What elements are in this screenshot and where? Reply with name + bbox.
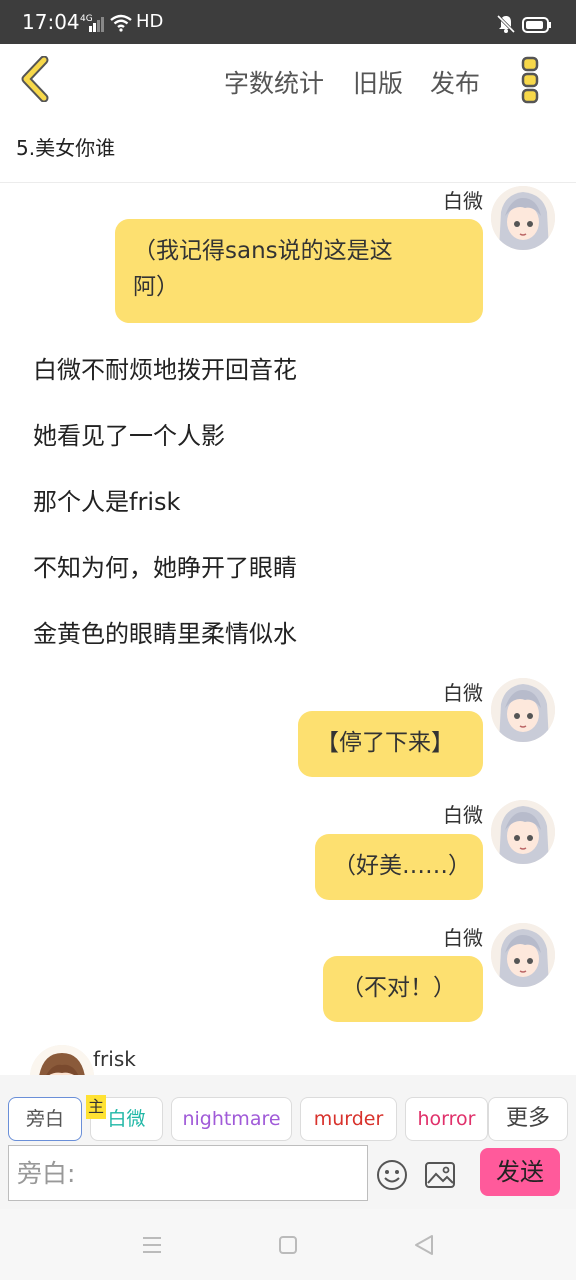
signal-icon — [89, 17, 104, 32]
back-nav-icon[interactable] — [412, 1233, 436, 1257]
more-roles-button[interactable]: 更多 — [488, 1097, 568, 1141]
message-text: 【停了下来】 — [316, 730, 454, 756]
message-text-line: （我记得sans说的这是这 — [133, 238, 393, 264]
avatar[interactable] — [491, 923, 555, 987]
speaker-name: frisk — [93, 1047, 136, 1071]
message-input-field[interactable] — [9, 1146, 367, 1200]
avatar[interactable] — [30, 1045, 94, 1075]
status-bar: 17:04 4G HD — [0, 0, 576, 44]
home-icon[interactable] — [276, 1233, 300, 1257]
speaker-name: 白微 — [443, 189, 483, 213]
message-text: （不对！） — [341, 975, 456, 1001]
message-text-line: 阿） — [133, 274, 179, 300]
role-chip-narrator[interactable]: 旁白 — [8, 1097, 82, 1141]
avatar[interactable] — [491, 800, 555, 864]
send-button[interactable]: 发送 — [480, 1148, 560, 1196]
old-version-button[interactable]: 旧版 — [353, 64, 403, 100]
narration-text[interactable]: 她看见了一个人影 — [33, 416, 225, 451]
hd-indicator: HD — [136, 11, 164, 32]
narration-text[interactable]: 金黄色的眼睛里柔情似水 — [33, 614, 297, 649]
role-chip-horror[interactable]: horror — [405, 1097, 488, 1141]
emoji-icon[interactable] — [376, 1159, 408, 1191]
word-count-button[interactable]: 字数统计 — [224, 64, 324, 100]
message-bubble[interactable]: （好美……） — [315, 834, 483, 900]
message-input[interactable] — [8, 1145, 368, 1201]
more-menu-icon[interactable] — [518, 54, 542, 106]
message-bubble[interactable]: （不对！） — [323, 956, 483, 1022]
mute-icon — [496, 14, 516, 34]
role-chip-nightmare[interactable]: nightmare — [171, 1097, 292, 1141]
status-time: 17:04 — [22, 10, 80, 34]
role-selector-bar: 旁白 白微 主 nightmare murder horror 更多 发送 — [0, 1075, 576, 1209]
narration-text[interactable]: 白微不耐烦地拨开回音花 — [33, 350, 297, 385]
narration-text[interactable]: 那个人是frisk — [33, 482, 180, 517]
publish-button[interactable]: 发布 — [430, 64, 480, 100]
speaker-name: 白微 — [443, 926, 483, 950]
speaker-name: 白微 — [443, 681, 483, 705]
speaker-name: 白微 — [443, 803, 483, 827]
message-bubble[interactable]: （我记得sans说的这是这 阿） — [115, 219, 483, 323]
battery-icon — [522, 17, 551, 33]
main-role-badge: 主 — [86, 1095, 106, 1119]
wifi-icon — [110, 14, 132, 32]
chat-area[interactable]: 白微 （我记得sans说的这是这 阿） 白微不耐烦地拨开回音花 她看见了一个人影… — [0, 183, 576, 1075]
message-bubble[interactable]: 【停了下来】 — [298, 711, 483, 777]
system-nav-bar — [0, 1209, 576, 1280]
narration-text[interactable]: 不知为何，她睁开了眼睛 — [33, 548, 297, 583]
top-bar: 字数统计 旧版 发布 — [0, 44, 576, 120]
avatar[interactable] — [491, 678, 555, 742]
menu-icon[interactable] — [140, 1233, 164, 1257]
avatar[interactable] — [491, 186, 555, 250]
chapter-title: 5.美女你谁 — [16, 136, 116, 160]
back-button[interactable] — [18, 56, 58, 102]
image-icon[interactable] — [424, 1161, 456, 1189]
role-chip-murder[interactable]: murder — [300, 1097, 397, 1141]
message-text: （好美……） — [333, 853, 471, 879]
